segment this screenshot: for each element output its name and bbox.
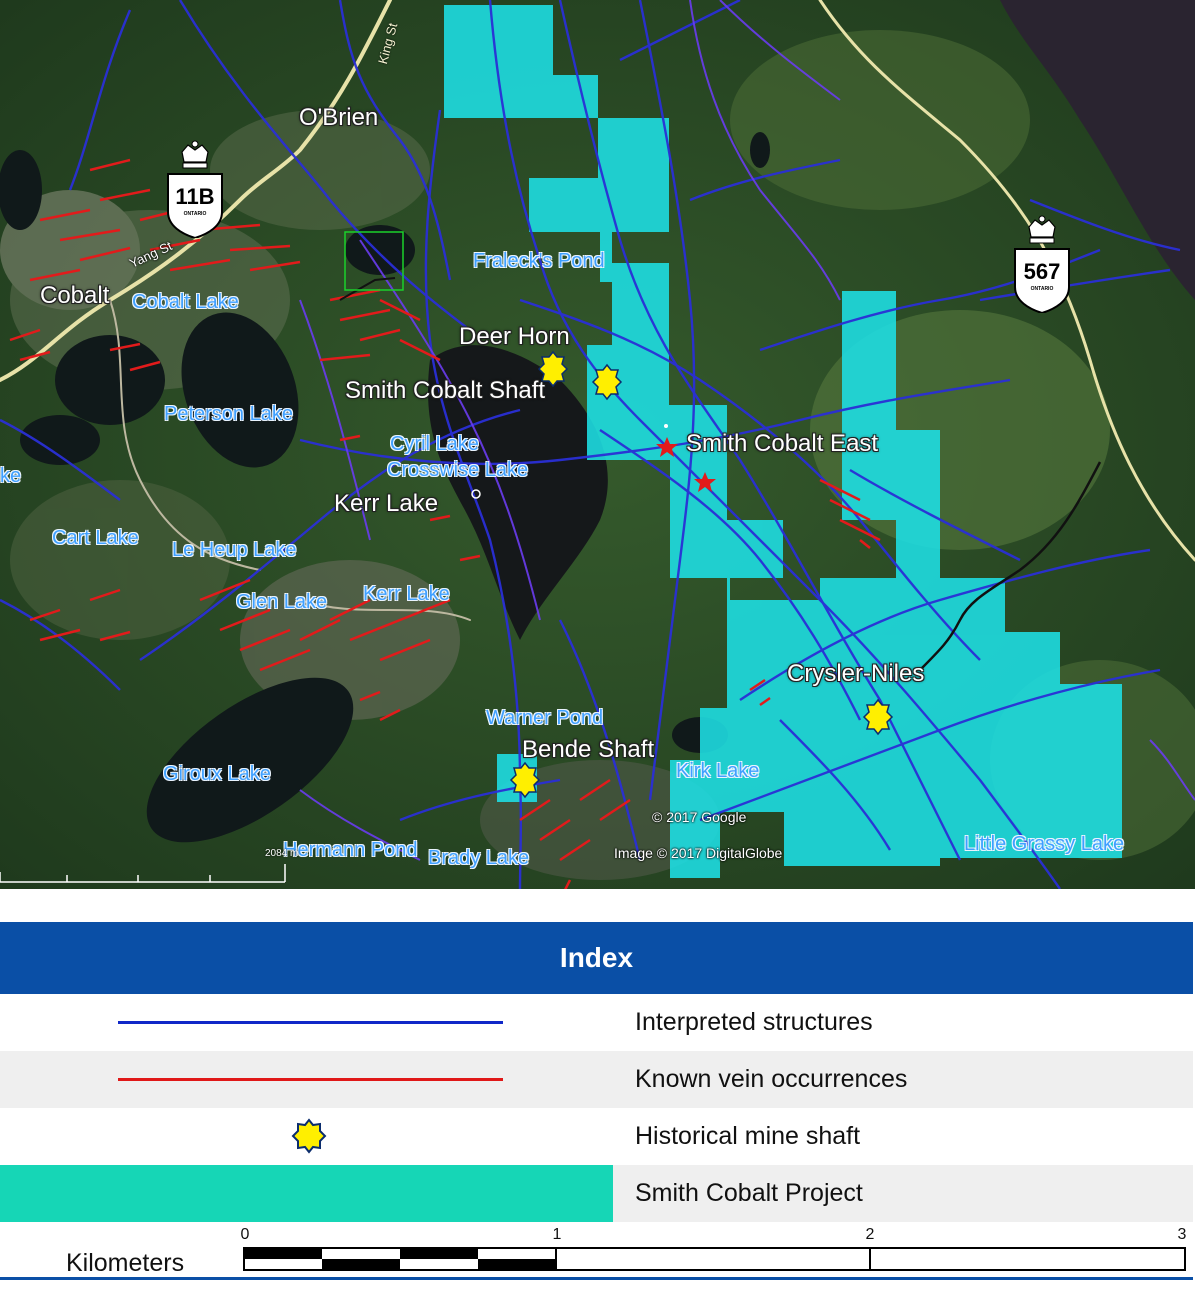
- legend-label-shaft: Historical mine shaft: [635, 1122, 861, 1150]
- legend-row-project: Smith Cobalt Project: [0, 1165, 1193, 1222]
- bottom-rule: [0, 1277, 1193, 1280]
- legend-title: Index: [0, 922, 1193, 994]
- legend-label-structures: Interpreted structures: [635, 1008, 873, 1036]
- highway-567-province: ONTARIO: [1030, 286, 1054, 292]
- label-kerr-lake: Kerr Lake: [363, 583, 450, 605]
- label-glen-lake: Glen Lake: [236, 591, 328, 613]
- label-obrien: O'Brien: [299, 104, 379, 131]
- label-crysler-niles: Crysler-Niles: [787, 660, 925, 687]
- shaft-crysler-niles: [862, 698, 894, 736]
- attribution-google: © 2017 Google: [652, 809, 747, 825]
- shaft-smith-cobalt: [591, 363, 623, 401]
- label-fralecks-pond: Fraleck's Pond: [473, 250, 605, 272]
- label-deer-horn: Deer Horn: [459, 323, 570, 350]
- scale-tick-2: 2: [865, 1226, 875, 1243]
- label-smith-cobalt-east: Smith Cobalt East: [686, 430, 879, 457]
- satellite-map: 11B ONTARIO 567 ONTARIO O'Brien Cobalt D…: [0, 0, 1195, 889]
- map-scale-text: 2084 m: [265, 848, 299, 859]
- legend-label-veins: Known vein occurrences: [635, 1065, 908, 1093]
- legend-row-structures: Interpreted structures: [0, 994, 1193, 1051]
- label-cobalt-lake: Cobalt Lake: [132, 291, 239, 313]
- legend-swatch-project-fill: [0, 1165, 613, 1222]
- scale-bar-graphic: [243, 1247, 1186, 1271]
- legend-row-shaft: Historical mine shaft: [0, 1108, 1193, 1165]
- label-cobalt: Cobalt: [40, 282, 110, 309]
- highway-11b-shield: 11B ONTARIO: [166, 138, 224, 240]
- label-crosswise-lake: Crosswise Lake: [387, 459, 529, 481]
- scale-tick-1: 1: [552, 1226, 562, 1243]
- label-peterson-lake: Peterson Lake: [164, 403, 293, 425]
- shaft-bende: [509, 761, 541, 799]
- scale-tick-0: 0: [240, 1226, 250, 1243]
- label-little-grassy-lake: Little Grassy Lake: [964, 833, 1125, 855]
- legend-label-project: Smith Cobalt Project: [635, 1179, 863, 1207]
- label-warner-pond: Warner Pond: [486, 707, 604, 729]
- label-cyril-lake: Cyril Lake: [390, 433, 479, 455]
- label-giroux-lake: Giroux Lake: [163, 763, 271, 785]
- label-lake-edge: ke: [0, 465, 22, 487]
- highway-11b-province: ONTARIO: [183, 211, 207, 217]
- label-brady-lake: Brady Lake: [428, 847, 530, 869]
- label-cart-lake: Cart Lake: [52, 527, 139, 549]
- highway-11b-number: 11B: [175, 184, 215, 209]
- legend-row-veins: Known vein occurrences: [0, 1051, 1193, 1108]
- label-hermann-pond: Hermann Pond: [283, 839, 418, 861]
- scale-tick-3: 3: [1177, 1226, 1187, 1243]
- scale-bar: Kilometers 0 1 2 3: [0, 1223, 1200, 1297]
- label-bende-shaft: Bende Shaft: [522, 736, 655, 763]
- label-kirk-lake: Kirk Lake: [676, 760, 760, 782]
- label-smith-cobalt-shaft: Smith Cobalt Shaft: [345, 377, 546, 404]
- highway-567-shield: 567 ONTARIO: [1013, 213, 1071, 315]
- legend-swatch-blue-line: [118, 1021, 503, 1024]
- label-le-heup-lake: Le Heup Lake: [172, 539, 297, 561]
- attribution-imagery: Image © 2017 DigitalGlobe: [614, 845, 783, 861]
- highway-567-number: 567: [1023, 259, 1061, 284]
- label-kerr-lake-town: Kerr Lake: [334, 490, 439, 517]
- mine-shaft-icon: [291, 1118, 327, 1154]
- scale-unit-label: Kilometers: [66, 1249, 185, 1277]
- legend-swatch-red-line: [118, 1078, 503, 1081]
